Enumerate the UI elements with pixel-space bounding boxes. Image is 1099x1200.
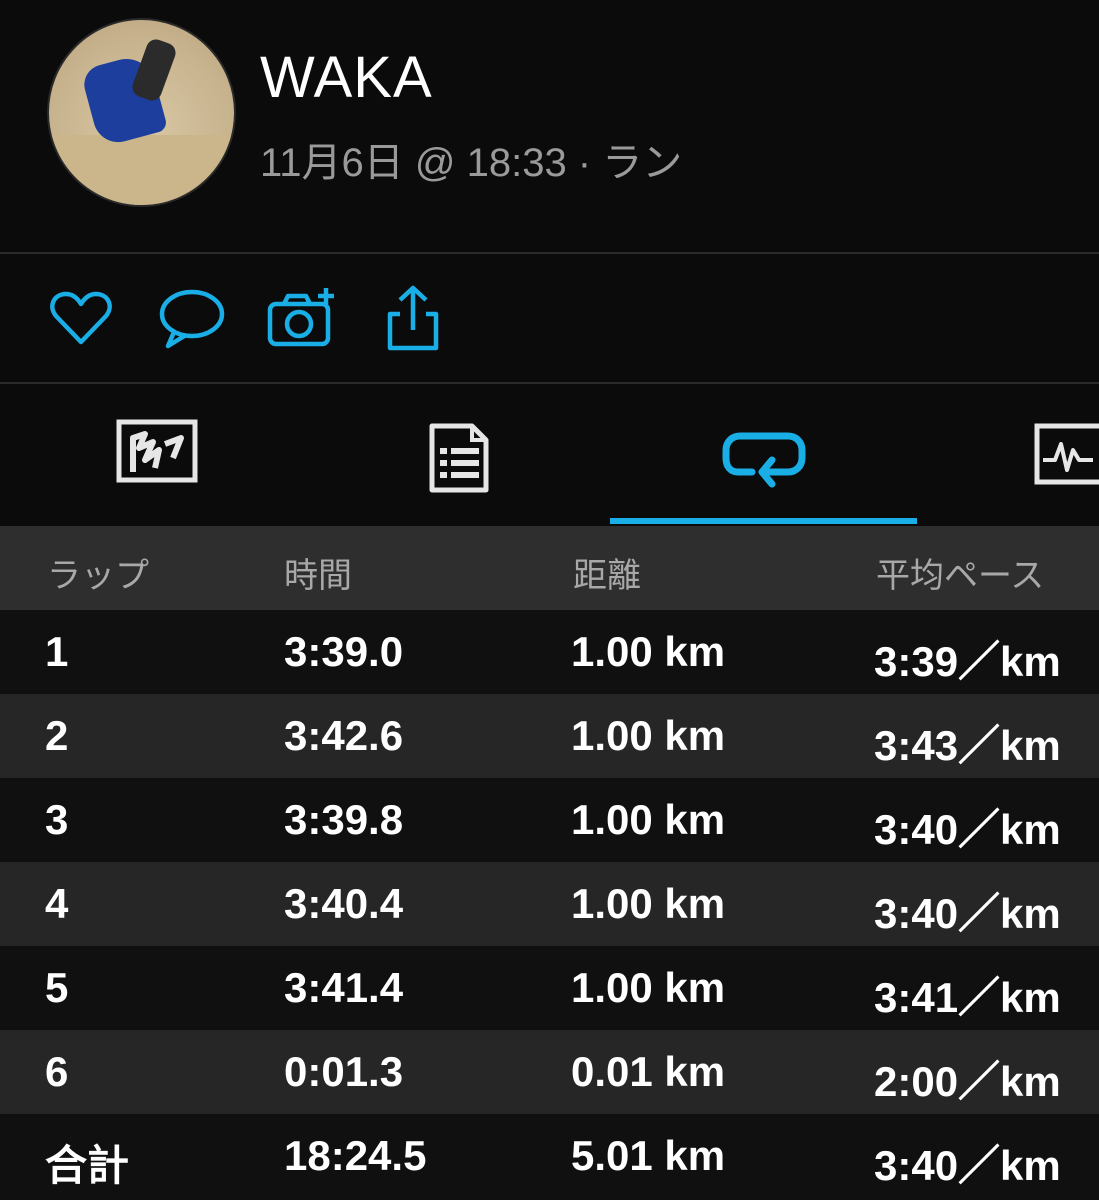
lap-pace: 3:40／km [874,806,1061,853]
table-row[interactable]: 5 3:41.4 1.00 km 3:41／km [0,946,1099,1030]
lap-number: 2 [45,712,69,759]
lap-number: 4 [45,880,69,927]
avatar-photo-figure-arm [129,36,179,104]
lap-time: 3:39.0 [284,628,404,675]
lap-time: 3:41.4 [284,964,404,1011]
lap-number: 5 [45,964,69,1011]
lap-distance: 1.00 km [571,880,726,927]
lap-number: 6 [45,1048,69,1095]
lap-time: 3:40.4 [284,880,404,927]
lap-time: 3:39.8 [284,796,404,843]
lap-time: 3:42.6 [284,712,404,759]
share-icon[interactable] [378,284,448,354]
tab-map[interactable] [115,414,199,494]
column-header-distance: 距離 [573,557,641,595]
total-distance: 5.01 km [571,1132,726,1179]
lap-distance: 1.00 km [571,796,726,843]
avatar-photo-floor [49,135,234,205]
heart-icon[interactable] [46,284,116,354]
total-label: 合計 [45,1142,130,1189]
lap-pace: 2:00／km [874,1058,1061,1105]
column-header-lap: ラップ [47,557,149,595]
activity-tabs [0,384,1099,526]
table-row-total[interactable]: 合計 18:24.5 5.01 km 3:40／km [0,1114,1099,1200]
lap-pace: 3:43／km [874,722,1061,769]
column-header-time: 時間 [284,557,352,595]
lap-time: 0:01.3 [284,1048,404,1095]
lap-distance: 1.00 km [571,712,726,759]
table-row[interactable]: 6 0:01.3 0.01 km 2:00／km [0,1030,1099,1114]
activity-date-type: 11月6日 @ 18:33 · ラン [260,141,683,185]
lap-distance: 1.00 km [571,628,726,675]
laps-table-header: ラップ 時間 距離 平均ペース [0,526,1099,610]
total-pace: 3:40／km [874,1142,1061,1189]
tab-charts[interactable] [1033,414,1099,494]
table-row[interactable]: 1 3:39.0 1.00 km 3:39／km [0,610,1099,694]
avatar[interactable] [47,18,236,207]
lap-number: 1 [45,628,69,675]
total-time: 18:24.5 [284,1132,427,1179]
lap-number: 3 [45,796,69,843]
table-row[interactable]: 2 3:42.6 1.00 km 3:43／km [0,694,1099,778]
active-tab-indicator [610,518,917,524]
column-header-pace: 平均ペース [876,557,1045,595]
lap-distance: 1.00 km [571,964,726,1011]
user-name[interactable]: WAKA [260,44,433,111]
add-photo-icon[interactable] [266,284,336,354]
activity-header: WAKA 11月6日 @ 18:33 · ラン [0,0,1099,250]
lap-pace: 3:40／km [874,890,1061,937]
action-bar [0,254,1099,382]
lap-distance: 0.01 km [571,1048,726,1095]
table-row[interactable]: 3 3:39.8 1.00 km 3:40／km [0,778,1099,862]
tab-laps[interactable] [722,414,806,494]
comment-icon[interactable] [156,284,226,354]
lap-pace: 3:41／km [874,974,1061,1021]
tab-details[interactable] [428,414,490,494]
table-row[interactable]: 4 3:40.4 1.00 km 3:40／km [0,862,1099,946]
lap-pace: 3:39／km [874,638,1061,685]
